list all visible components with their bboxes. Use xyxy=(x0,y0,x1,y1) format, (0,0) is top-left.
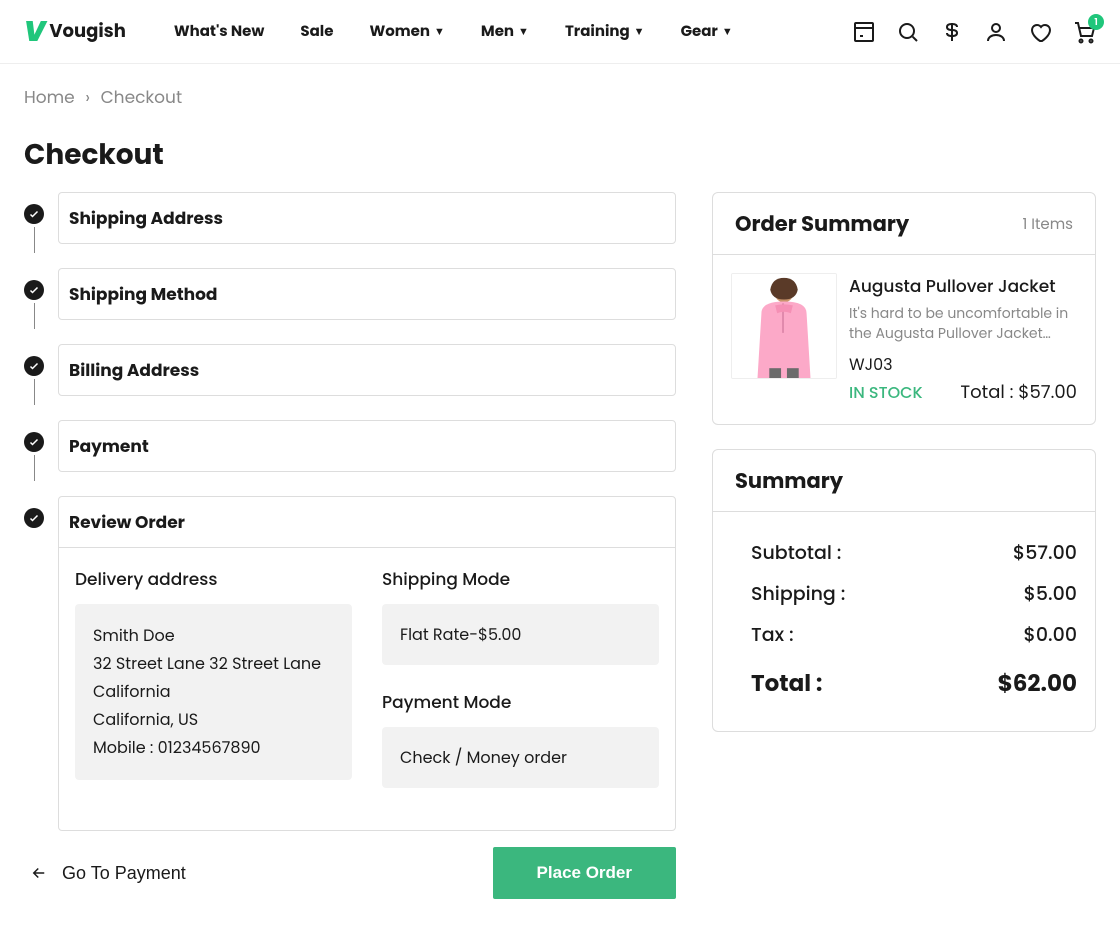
subtotal-value: $57.00 xyxy=(1013,538,1077,567)
breadcrumb-sep: › xyxy=(85,85,90,109)
tax-value: $0.00 xyxy=(1024,620,1077,649)
store-icon[interactable] xyxy=(852,20,876,44)
total-label: Total : xyxy=(751,667,822,701)
step-line xyxy=(34,303,35,329)
account-icon[interactable] xyxy=(984,20,1008,44)
shipping-value: $5.00 xyxy=(1024,579,1077,608)
cart-badge: 1 xyxy=(1088,14,1104,30)
checkout-steps: Shipping Address Shipping Method Billing… xyxy=(24,192,676,899)
nav-women[interactable]: Women▼ xyxy=(369,20,444,43)
header: V Vougish What's New Sale Women▼ Men▼ Tr… xyxy=(0,0,1120,64)
go-to-payment-button[interactable]: Go To Payment xyxy=(24,853,192,894)
step-check-icon xyxy=(24,280,44,300)
nav-training[interactable]: Training▼ xyxy=(565,20,645,43)
step-line xyxy=(34,227,35,253)
payment-mode-label: Payment Mode xyxy=(382,689,659,715)
nav-label: Training xyxy=(565,20,630,43)
nav-whats-new[interactable]: What's New xyxy=(174,20,265,43)
chevron-down-icon: ▼ xyxy=(434,23,445,40)
step-title: Payment xyxy=(69,433,665,459)
step-check-icon xyxy=(24,204,44,224)
nav-men[interactable]: Men▼ xyxy=(481,20,529,43)
total-value: $62.00 xyxy=(998,667,1077,701)
product-total: Total : $57.00 xyxy=(960,379,1077,406)
step-title: Review Order xyxy=(59,497,675,548)
tax-label: Tax : xyxy=(751,620,794,649)
nav-label: Sale xyxy=(300,20,333,43)
summary-title: Summary xyxy=(735,466,843,497)
wishlist-icon[interactable] xyxy=(1028,20,1052,44)
nav-label: Gear xyxy=(681,20,718,43)
nav-gear[interactable]: Gear▼ xyxy=(681,20,733,43)
chevron-down-icon: ▼ xyxy=(518,23,529,40)
breadcrumb-current: Checkout xyxy=(101,85,183,109)
delivery-address-card: Smith Doe 32 Street Lane 32 Street Lane … xyxy=(75,604,352,780)
shipping-mode-label: Shipping Mode xyxy=(382,566,659,592)
breadcrumb: Home › Checkout xyxy=(0,64,1120,110)
cart-icon[interactable]: 1 xyxy=(1072,20,1096,44)
back-label: Go To Payment xyxy=(62,863,186,884)
step-review-order: Review Order Delivery address Smith Doe … xyxy=(58,496,676,831)
chevron-down-icon: ▼ xyxy=(722,23,733,40)
address-name: Smith Doe xyxy=(93,622,334,650)
step-check-icon xyxy=(24,508,44,528)
address-line1: 32 Street Lane 32 Street Lane xyxy=(93,650,334,678)
nav-label: Men xyxy=(481,20,514,43)
shipping-mode-card: Flat Rate-$5.00 xyxy=(382,604,659,665)
product-sku: WJ03 xyxy=(849,352,1077,377)
payment-mode-card: Check / Money order xyxy=(382,727,659,788)
subtotal-label: Subtotal : xyxy=(751,538,841,567)
step-title: Shipping Address xyxy=(69,205,665,231)
address-city: California xyxy=(93,678,334,706)
nav-sale[interactable]: Sale xyxy=(300,20,333,43)
nav-label: Women xyxy=(369,20,430,43)
currency-icon[interactable] xyxy=(940,20,964,44)
step-check-icon xyxy=(24,432,44,452)
order-summary-title: Order Summary xyxy=(735,209,909,240)
product-image xyxy=(731,273,837,379)
logo-icon: V xyxy=(24,11,45,53)
chevron-down-icon: ▼ xyxy=(634,23,645,40)
step-payment[interactable]: Payment xyxy=(58,420,676,472)
header-actions: 1 xyxy=(852,20,1096,44)
step-title: Shipping Method xyxy=(69,281,665,307)
order-summary-panel: Order Summary 1 Items xyxy=(712,192,1096,425)
step-title: Billing Address xyxy=(69,357,665,383)
step-shipping-method[interactable]: Shipping Method xyxy=(58,268,676,320)
nav-label: What's New xyxy=(174,20,265,43)
search-icon[interactable] xyxy=(896,20,920,44)
address-region: California, US xyxy=(93,706,334,734)
step-shipping-address[interactable]: Shipping Address xyxy=(58,192,676,244)
page-title: Checkout xyxy=(0,110,1120,192)
place-order-button[interactable]: Place Order xyxy=(493,847,676,899)
order-item: Augusta Pullover Jacket It's hard to be … xyxy=(713,255,1095,424)
delivery-address-label: Delivery address xyxy=(75,566,352,592)
shipping-label: Shipping : xyxy=(751,579,845,608)
step-line xyxy=(34,379,35,405)
product-desc: It's hard to be uncomfortable in the Aug… xyxy=(849,303,1077,344)
product-name: Augusta Pullover Jacket xyxy=(849,273,1077,299)
stock-status: IN STOCK xyxy=(849,380,923,405)
logo[interactable]: V Vougish xyxy=(24,11,126,53)
order-items-count: 1 Items xyxy=(1022,213,1073,236)
summary-panel: Summary Subtotal : $57.00 Shipping : $5.… xyxy=(712,449,1096,732)
step-check-icon xyxy=(24,356,44,376)
brand-name: Vougish xyxy=(49,18,125,45)
breadcrumb-home[interactable]: Home xyxy=(24,85,75,109)
main-nav: What's New Sale Women▼ Men▼ Training▼ Ge… xyxy=(174,20,733,43)
step-billing-address[interactable]: Billing Address xyxy=(58,344,676,396)
step-line xyxy=(34,455,35,481)
address-mobile: Mobile : 01234567890 xyxy=(93,734,334,762)
arrow-left-icon xyxy=(30,864,48,882)
